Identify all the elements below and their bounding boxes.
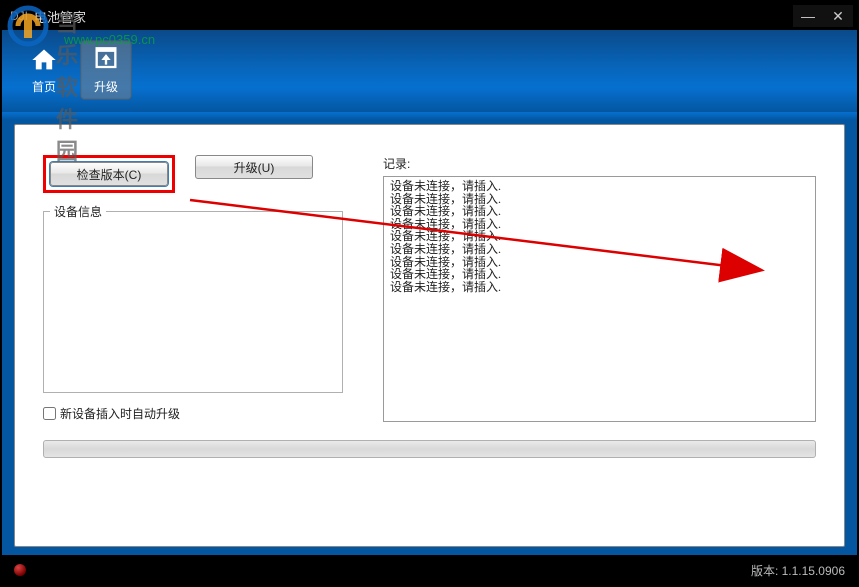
home-tab[interactable]: 首页	[18, 40, 70, 100]
titlebar: DJI 电池管家 — ✕	[2, 2, 857, 30]
upgrade-tab[interactable]: 升级	[80, 40, 132, 100]
home-icon	[30, 46, 58, 74]
auto-upgrade-row[interactable]: 新设备插入时自动升级	[43, 405, 343, 422]
check-version-button[interactable]: 检查版本(C)	[50, 162, 168, 186]
progress-bar	[43, 440, 816, 458]
home-tab-label: 首页	[32, 78, 56, 95]
window-title: 电池管家	[34, 7, 86, 26]
auto-upgrade-checkbox[interactable]	[43, 407, 56, 420]
status-indicator-icon	[14, 564, 26, 576]
toolbar: 首页 升级	[2, 30, 857, 112]
version-label: 版本: 1.1.15.0906	[751, 562, 845, 579]
close-button[interactable]: ✕	[823, 5, 853, 27]
minimize-button[interactable]: —	[793, 5, 823, 27]
log-label: 记录:	[383, 155, 816, 172]
brand-label: DJI	[10, 9, 28, 23]
main-panel: 检查版本(C) 升级(U) 设备信息 新设备插入时自动升级 记录: 设备未连接，…	[14, 124, 845, 547]
device-info-label: 设备信息	[50, 203, 106, 220]
app-window: DJI 电池管家 — ✕ 首页 升级	[0, 0, 859, 587]
content-area: 检查版本(C) 升级(U) 设备信息 新设备插入时自动升级 记录: 设备未连接，…	[2, 112, 857, 555]
window-controls: — ✕	[793, 5, 853, 27]
upgrade-button[interactable]: 升级(U)	[195, 155, 313, 179]
upgrade-tab-label: 升级	[94, 78, 118, 95]
auto-upgrade-label: 新设备插入时自动升级	[60, 405, 180, 422]
upgrade-icon	[92, 46, 120, 74]
statusbar: 版本: 1.1.15.0906	[2, 555, 857, 585]
device-info-group: 设备信息	[43, 203, 343, 393]
highlight-annotation: 检查版本(C)	[43, 155, 175, 193]
log-textarea[interactable]: 设备未连接，请插入.设备未连接，请插入.设备未连接，请插入.设备未连接，请插入.…	[383, 176, 816, 422]
